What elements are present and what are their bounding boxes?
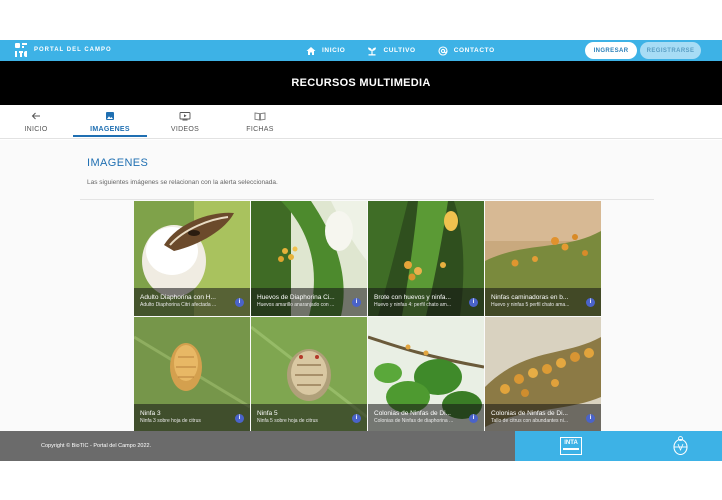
nav-link-label: CONTACTO <box>453 47 495 54</box>
image-icon <box>105 111 115 122</box>
login-button[interactable]: INGRESAR <box>585 42 637 59</box>
home-icon <box>306 46 316 56</box>
info-icon[interactable]: i <box>469 298 478 307</box>
arrow-left-icon <box>31 111 41 122</box>
image-caption: Ninfa 5 Ninfa 5 sobre hoja de citrus <box>251 404 367 432</box>
nav-link-cultivo[interactable]: CULTIVO <box>367 46 415 56</box>
video-icon <box>179 111 191 122</box>
image-card[interactable]: Ninfas caminadoras en b... Huevo y ninfa… <box>485 201 601 316</box>
info-icon[interactable]: i <box>586 298 595 307</box>
image-caption: Colonias de Ninfas de Di... Tallo de cit… <box>485 404 601 432</box>
image-card[interactable]: Huevos de Diaphorina Ci... Huevos amaril… <box>251 201 367 316</box>
image-description: Ninfa 5 sobre hoja de citrus <box>257 418 318 424</box>
inta-logo-bar <box>563 448 579 450</box>
divider <box>80 199 654 200</box>
image-card[interactable]: Brote con huevos y ninfa... Huevo y ninf… <box>368 201 484 316</box>
image-description: Huevo y ninfas 5 perfil chato ama... <box>491 302 570 308</box>
tab-fichas[interactable]: FICHAS <box>238 105 282 139</box>
plant-icon <box>367 46 377 56</box>
nav-link-label: CULTIVO <box>383 47 416 54</box>
image-gallery: Adulto Diaphorina con H... Adulto Diapho… <box>134 201 601 432</box>
info-icon[interactable]: i <box>352 298 361 307</box>
title-band: RECURSOS MULTIMEDIA <box>0 61 722 105</box>
image-description: Adulto Diaphorina Citri afectada ... <box>140 302 217 308</box>
book-icon <box>254 111 266 122</box>
at-sign-icon <box>438 45 448 56</box>
image-description: Ninfa 3 sobre hoja de citrus <box>140 418 201 424</box>
image-title: Ninfa 3 <box>140 410 161 417</box>
page: PORTAL DEL CAMPO INICIO CULTIVO CONTACTO <box>0 0 722 500</box>
image-description: Tallo de citrus con abundantes ni... <box>491 418 568 424</box>
image-description: Huevos amarillo anaranjado con ... <box>257 302 335 308</box>
tab-imagenes[interactable]: IMAGENES <box>73 105 147 139</box>
image-title: Colonias de Ninfas de Di... <box>491 410 568 417</box>
image-description: Huevo y ninfas 4: perfil chato am... <box>374 302 451 308</box>
biotic-logo-icon <box>14 42 28 58</box>
section-title: IMAGENES <box>87 157 149 169</box>
info-icon[interactable]: i <box>235 298 244 307</box>
image-title: Adulto Diaphorina con H... <box>140 294 216 301</box>
tab-label: VIDEOS <box>170 126 200 133</box>
top-navbar: PORTAL DEL CAMPO INICIO CULTIVO CONTACTO <box>0 40 722 61</box>
image-caption: Adulto Diaphorina con H... Adulto Diapho… <box>134 288 250 316</box>
image-title: Ninfa 5 <box>257 410 278 417</box>
info-icon[interactable]: i <box>235 414 244 423</box>
resource-tabs: INICIO IMAGENES VIDEOS FICHAS <box>0 105 722 139</box>
image-caption: Ninfas caminadoras en b... Huevo y ninfa… <box>485 288 601 316</box>
image-title: Ninfas caminadoras en b... <box>491 294 569 301</box>
info-icon[interactable]: i <box>352 414 361 423</box>
image-title: Huevos de Diaphorina Ci... <box>257 294 335 301</box>
image-caption: Ninfa 3 Ninfa 3 sobre hoja de citrus <box>134 404 250 432</box>
image-card[interactable]: Adulto Diaphorina con H... Adulto Diapho… <box>134 201 250 316</box>
brand-name: PORTAL DEL CAMPO <box>34 47 112 53</box>
main-nav: INICIO CULTIVO CONTACTO <box>306 40 517 61</box>
image-card[interactable]: Ninfa 3 Ninfa 3 sobre hoja de citrus i <box>134 317 250 432</box>
nav-link-label: INICIO <box>322 47 346 54</box>
register-button[interactable]: REGISTRARSE <box>640 42 701 59</box>
tab-inicio[interactable]: INICIO <box>14 105 58 139</box>
image-card[interactable]: Colonias de Ninfas de Di... Tallo de cit… <box>485 317 601 432</box>
copyright-text: Copyright © BioTIC - Portal del Campo 20… <box>41 443 152 449</box>
tab-label: IMAGENES <box>90 126 130 133</box>
image-description: Colonias de Ninfas de diaphorina ... <box>374 418 454 424</box>
nav-link-contacto[interactable]: CONTACTO <box>438 45 495 56</box>
inta-logo-text: INTA <box>564 440 578 446</box>
inta-logo[interactable]: INTA <box>560 437 582 455</box>
image-caption: Brote con huevos y ninfa... Huevo y ninf… <box>368 288 484 316</box>
info-icon[interactable]: i <box>469 414 478 423</box>
image-card[interactable]: Ninfa 5 Ninfa 5 sobre hoja de citrus i <box>251 317 367 432</box>
section-subtitle: Las siguientes imágenes se relacionan co… <box>87 179 278 186</box>
info-icon[interactable]: i <box>586 414 595 423</box>
image-caption: Huevos de Diaphorina Ci... Huevos amaril… <box>251 288 367 316</box>
footer: Copyright © BioTIC - Portal del Campo 20… <box>0 431 722 461</box>
argentina-shield-icon[interactable] <box>672 436 689 456</box>
brand[interactable]: PORTAL DEL CAMPO <box>14 42 112 58</box>
image-caption: Colonias de Ninfas de Di... Colonias de … <box>368 404 484 432</box>
footer-partner-band <box>515 431 722 461</box>
image-card[interactable]: Colonias de Ninfas de Di... Colonias de … <box>368 317 484 432</box>
nav-link-inicio[interactable]: INICIO <box>306 46 345 56</box>
active-tab-indicator <box>73 135 147 137</box>
page-title: RECURSOS MULTIMEDIA <box>291 77 431 89</box>
tab-videos[interactable]: VIDEOS <box>163 105 207 139</box>
tab-label: INICIO <box>24 126 48 133</box>
image-title: Brote con huevos y ninfa... <box>374 294 451 301</box>
image-title: Colonias de Ninfas de Di... <box>374 410 451 417</box>
tab-label: FICHAS <box>246 126 274 133</box>
